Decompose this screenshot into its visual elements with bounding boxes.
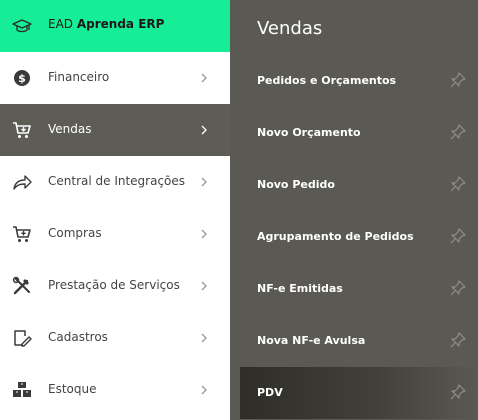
edit-document-icon [14,330,32,347]
svg-text:$: $ [18,72,26,85]
cart-icon [13,122,31,138]
sidebar-item-label: Compras [48,226,102,240]
sidebar: EAD Aprenda ERP $ Financeiro Vendas Cent… [0,0,230,420]
chevron-right-icon [201,125,207,135]
tools-icon [12,276,30,295]
pin-icon[interactable] [449,383,467,401]
graduation-cap-icon [12,19,32,33]
pin-icon[interactable] [449,331,467,349]
pin-icon[interactable] [449,227,467,245]
sidebar-item-label: Vendas [48,122,92,136]
submenu-item-label: Novo Pedido [257,178,335,191]
pin-icon[interactable] [449,175,467,193]
sidebar-item-financeiro[interactable]: $ Financeiro [0,52,230,104]
sidebar-item-label: Prestação de Serviços [48,278,180,292]
submenu-item-novo-orcamento[interactable]: Novo Orçamento [230,107,478,159]
sidebar-item-estoque[interactable]: Estoque [0,364,230,416]
sidebar-item-cadastros[interactable]: Cadastros [0,312,230,364]
pin-icon[interactable] [449,71,467,89]
submenu-item-label: Pedidos e Orçamentos [257,74,397,87]
sidebar-item-label: Central de Integrações [48,174,186,188]
submenu-item-label: Novo Orçamento [257,126,361,139]
submenu-item-agrupamento-de-pedidos[interactable]: Agrupamento de Pedidos [230,211,478,263]
sidebar-item-prestacao-de-servicos[interactable]: Prestação de Serviços [0,260,230,312]
brand-name: EAD Aprenda ERP [48,17,165,31]
chevron-right-icon [201,333,207,343]
chevron-right-icon [201,281,207,291]
chevron-right-icon [201,73,207,83]
cart-add-icon [13,226,31,242]
submenu-item-label: NF-e Emitidas [257,282,343,295]
submenu-title: Vendas [257,18,323,39]
sidebar-item-compras[interactable]: Compras [0,208,230,260]
dollar-coin-icon: $ [14,70,30,86]
pin-icon[interactable] [449,123,467,141]
sidebar-item-label: Estoque [48,382,97,396]
sidebar-item-label: Financeiro [48,70,110,84]
sidebar-item-label: Cadastros [48,330,108,344]
submenu-item-label: PDV [257,386,283,399]
pin-icon[interactable] [449,279,467,297]
submenu-panel: Vendas Pedidos e Orçamentos Novo Orçamen… [230,0,478,420]
boxes-icon [13,382,31,397]
submenu-item-nova-nfe-avulsa[interactable]: Nova NF-e Avulsa [230,315,478,367]
sidebar-item-central-de-integracoes[interactable]: Central de Integrações [0,156,230,208]
chevron-right-icon [201,177,207,187]
brand-header[interactable]: EAD Aprenda ERP [0,0,230,52]
submenu-item-pdv[interactable]: PDV [240,367,478,419]
submenu-item-label: Nova NF-e Avulsa [257,334,366,347]
sidebar-item-vendas[interactable]: Vendas [0,104,230,156]
submenu-item-novo-pedido[interactable]: Novo Pedido [230,159,478,211]
chevron-right-icon [201,229,207,239]
chevron-right-icon [201,385,207,395]
submenu-item-label: Agrupamento de Pedidos [257,230,414,243]
submenu-item-pedidos-e-orcamentos[interactable]: Pedidos e Orçamentos [230,55,478,107]
share-arrow-icon [13,175,32,190]
submenu-item-nfe-emitidas[interactable]: NF-e Emitidas [230,263,478,315]
